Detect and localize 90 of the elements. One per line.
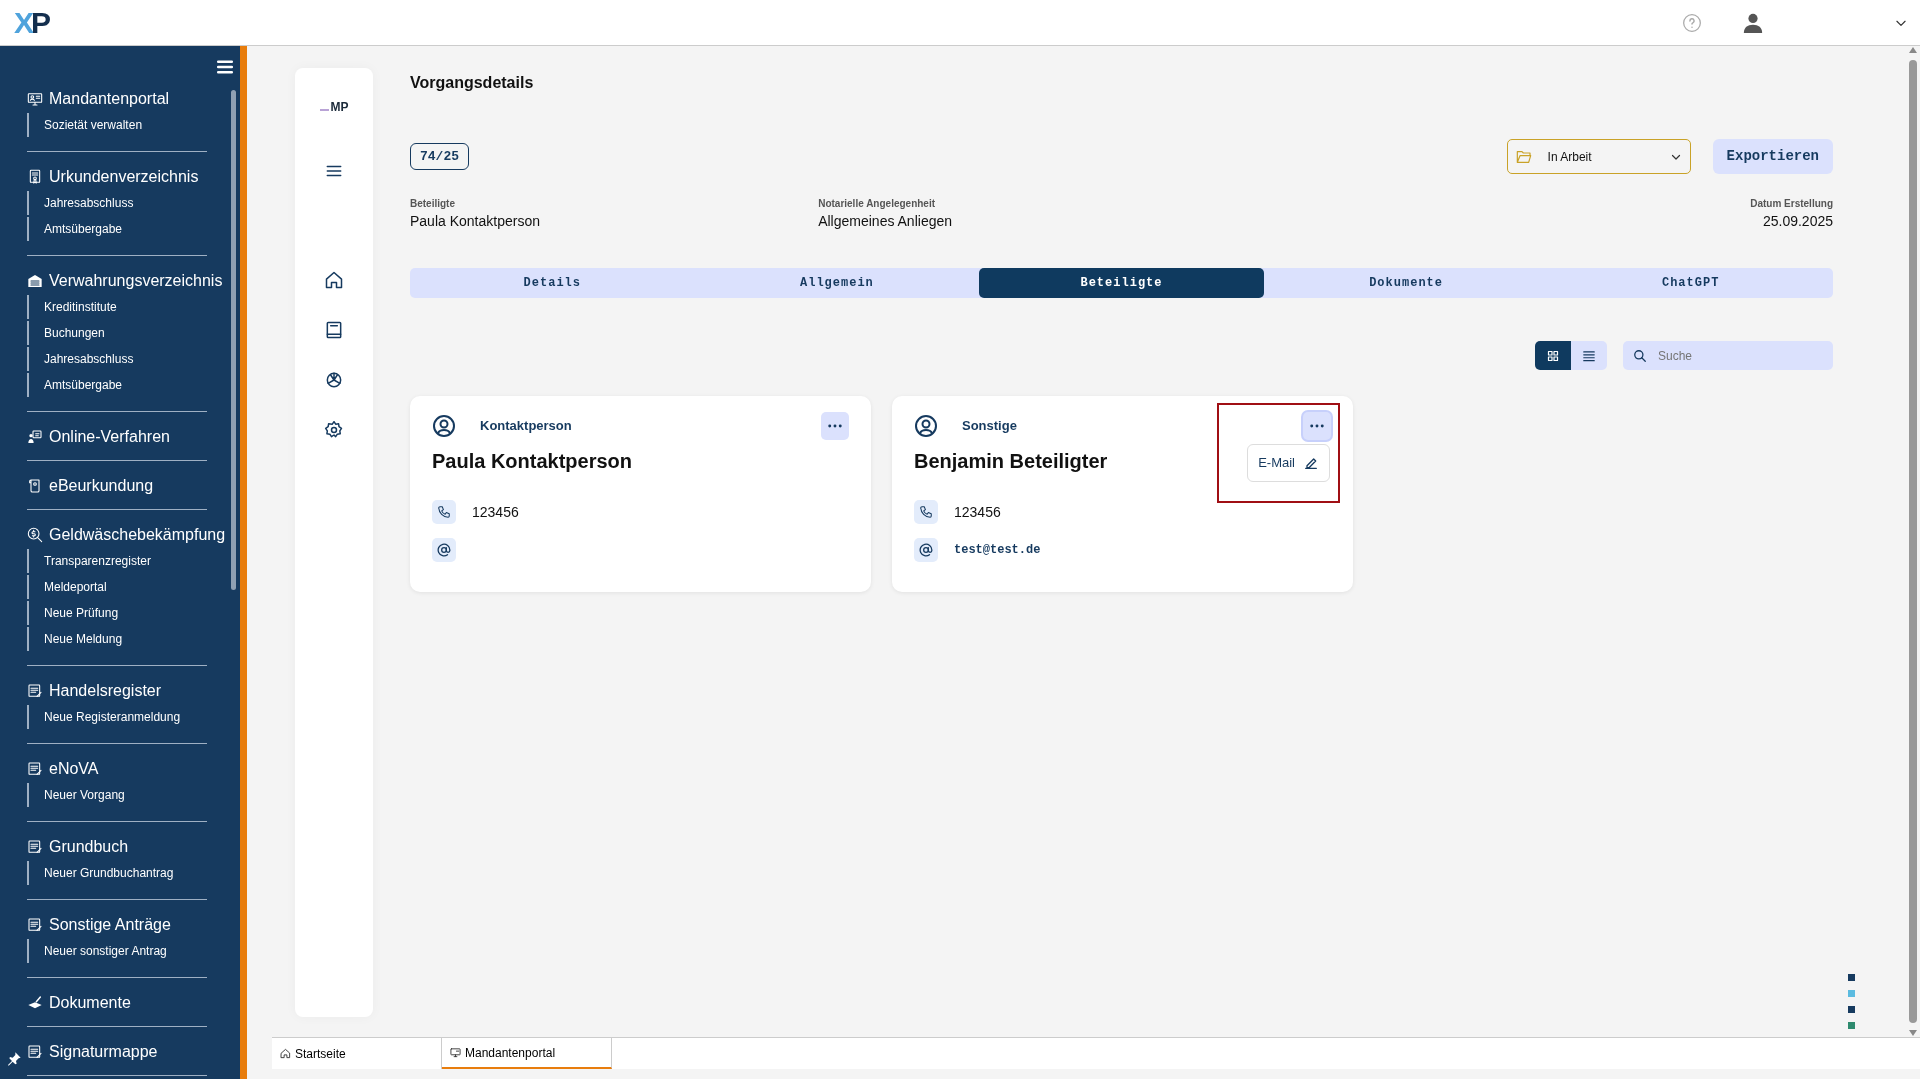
sidebar-subitem[interactable]: Kreditinstitute — [27, 295, 207, 319]
sidebar-subitem[interactable]: Transparenzregister — [27, 549, 207, 573]
document-list-icon — [27, 683, 43, 699]
export-button[interactable]: Exportieren — [1712, 139, 1833, 174]
phone-icon — [432, 500, 456, 524]
user-circle-icon — [432, 414, 456, 438]
pin-icon[interactable] — [6, 1051, 22, 1067]
user-icon[interactable] — [1742, 11, 1764, 34]
sidebar-subitem[interactable]: Meldeportal — [27, 575, 207, 599]
sidebar-item[interactable]: Mandantenportal — [27, 87, 170, 111]
tab[interactable]: Dokumente — [1263, 268, 1549, 298]
folder-icon — [1515, 148, 1532, 165]
sidebar-item[interactable]: Grundbuch — [27, 835, 129, 859]
status-dropdown[interactable]: In Arbeit — [1506, 139, 1691, 174]
phone-number: 123456 — [472, 502, 519, 522]
case-number: 74/25 — [410, 142, 469, 171]
sidebar-subitem[interactable]: Neue Registeranmeldung — [27, 705, 207, 729]
sidebar-subitem[interactable]: Neue Prüfung — [27, 601, 207, 625]
sidebar-item[interactable]: eBeurkundung — [27, 474, 154, 498]
sidebar-subitem[interactable]: Jahresabschluss — [27, 347, 207, 371]
sidebar-item[interactable]: eNoVA — [27, 757, 99, 781]
sidebar-item[interactable]: Online-Verfahren — [27, 425, 170, 449]
warehouse-icon — [27, 273, 43, 289]
more-dots-icon — [828, 424, 842, 428]
document-list-icon — [27, 917, 43, 933]
sidebar-subitem[interactable]: Jahresabschluss — [27, 191, 207, 215]
grid-icon — [1547, 349, 1559, 362]
signing-stack-icon — [27, 995, 43, 1011]
list-view-button[interactable] — [1571, 341, 1607, 370]
at-sign-icon — [432, 538, 456, 562]
at-sign-icon — [914, 538, 938, 562]
sidebar-item[interactable]: Verwahrungsverzeichnis — [27, 269, 223, 293]
field-value: Paula Kontaktperson — [410, 212, 540, 231]
tab[interactable]: Beteiligte — [979, 268, 1264, 298]
role-label: Kontaktperson — [480, 417, 572, 436]
page-title: Vorgangsdetails — [410, 73, 535, 93]
sidebar-item[interactable]: Signaturmappe — [27, 1040, 158, 1064]
certificate-icon — [27, 169, 43, 185]
list-icon — [1582, 348, 1596, 363]
document-list-icon — [27, 839, 43, 855]
more-dots-icon — [1310, 424, 1324, 428]
home-icon[interactable] — [324, 270, 344, 290]
tab[interactable]: ChatGPT — [1548, 268, 1833, 298]
field-value: Allgemeines Anliegen — [818, 212, 953, 231]
sidebar-item[interactable]: Urkundenverzeichnis — [27, 165, 199, 189]
tab[interactable]: Allgemein — [694, 268, 980, 298]
knot-icon[interactable] — [324, 370, 344, 390]
sidebar-subitem[interactable]: Sozietät verwalten — [27, 113, 207, 137]
sidebar-item[interactable]: Geldwäschebekämpfung — [27, 523, 226, 547]
magnifier-dollar-icon — [27, 527, 43, 543]
presenter-icon — [27, 429, 43, 445]
document-list-icon — [27, 1044, 43, 1060]
tab[interactable]: Details — [410, 268, 695, 298]
email-link[interactable]: test@test.de — [954, 541, 1041, 559]
home-icon — [280, 1048, 291, 1059]
field-label: Beteiligte — [410, 197, 456, 211]
sidebar-item[interactable]: Sonstige Anträge — [27, 913, 171, 937]
sidebar-subitem[interactable]: Amtsübergabe — [27, 217, 207, 241]
field-label: Notarielle Angelegenheit — [818, 197, 937, 211]
sidebar-subitem[interactable]: Neue Meldung — [27, 627, 207, 651]
more-button[interactable] — [821, 412, 849, 440]
scrollbar[interactable] — [231, 90, 236, 590]
sidebar-item[interactable]: Dokumente — [27, 991, 131, 1015]
sidebar-item[interactable]: Handelsregister — [27, 679, 162, 703]
scroll-icon — [27, 478, 43, 494]
sidebar-subitem[interactable]: Neuer sonstiger Antrag — [27, 939, 207, 963]
phone-number: 123456 — [954, 502, 1001, 522]
document-list-icon — [27, 761, 43, 777]
id-card-icon — [27, 91, 43, 107]
sidebar-subitem[interactable]: Buchungen — [27, 321, 207, 345]
settings-icon[interactable] — [324, 420, 344, 440]
menu-icon[interactable] — [216, 58, 234, 76]
user-circle-icon — [914, 414, 938, 438]
sidebar-subitem[interactable]: Neuer Vorgang — [27, 783, 207, 807]
id-card-icon — [450, 1047, 461, 1058]
sidebar-subitem[interactable]: Amtsübergabe — [27, 373, 207, 397]
bottom-tab[interactable]: Mandantenportal — [442, 1038, 612, 1069]
field-label: Datum Erstellung — [1750, 197, 1833, 211]
book-icon[interactable] — [324, 320, 344, 340]
rail-logo: MP — [319, 98, 349, 116]
field-value: 25.09.2025 — [1761, 212, 1833, 231]
contact-name: Paula Kontaktperson — [432, 449, 633, 474]
logo[interactable]: XP — [14, 7, 53, 38]
grid-view-button[interactable] — [1535, 341, 1571, 370]
scrollbar[interactable] — [1909, 60, 1917, 1023]
phone-icon — [914, 500, 938, 524]
contact-name: Benjamin Beteiligter — [914, 449, 1108, 474]
search-field[interactable]: Suche — [1623, 341, 1833, 370]
role-label: Sonstige — [962, 417, 1017, 436]
sidebar-subitem[interactable]: Neuer Grundbuchantrag — [27, 861, 207, 885]
